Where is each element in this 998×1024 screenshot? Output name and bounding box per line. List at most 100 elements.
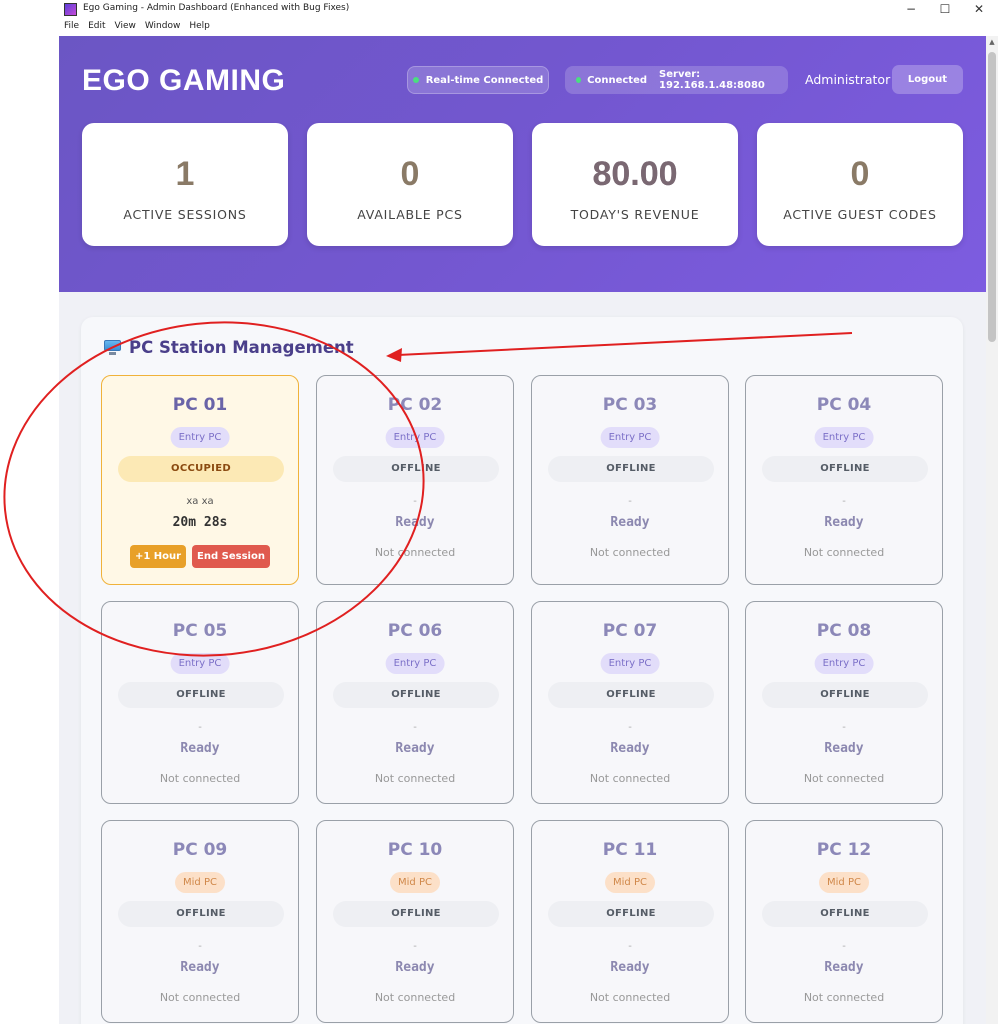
pc-card-05[interactable]: PC 05 Entry PC OFFLINE - Ready Not conne… bbox=[101, 601, 299, 804]
pc-card-04[interactable]: PC 04 Entry PC OFFLINE - Ready Not conne… bbox=[745, 375, 943, 585]
menu-window[interactable]: Window bbox=[145, 21, 181, 35]
pc-status-badge: OFFLINE bbox=[762, 682, 928, 708]
pc-card-07[interactable]: PC 07 Entry PC OFFLINE - Ready Not conne… bbox=[531, 601, 729, 804]
realtime-status-label: Real-time Connected bbox=[425, 74, 544, 86]
pc-status-badge: OFFLINE bbox=[118, 901, 284, 927]
status-dot-icon bbox=[412, 77, 419, 83]
pc-session-timer: Ready bbox=[395, 960, 435, 975]
pc-type-badge: Entry PC bbox=[385, 427, 445, 448]
status-dot-icon bbox=[576, 77, 582, 83]
pc-user: - bbox=[842, 722, 846, 733]
pc-user: - bbox=[842, 496, 846, 507]
pc-status-badge: OFFLINE bbox=[333, 901, 499, 927]
maximize-button[interactable]: ☐ bbox=[928, 0, 962, 20]
pc-connection-status: Not connected bbox=[803, 772, 885, 785]
pc-session-timer: Ready bbox=[824, 515, 864, 530]
pc-connection-status: Not connected bbox=[374, 991, 456, 1004]
end-session-button[interactable]: End Session bbox=[192, 545, 270, 568]
window-title: Ego Gaming - Admin Dashboard (Enhanced w… bbox=[83, 3, 350, 13]
scrollbar-thumb[interactable] bbox=[988, 52, 996, 342]
pc-session-timer: Ready bbox=[824, 960, 864, 975]
pc-type-badge: Entry PC bbox=[600, 427, 660, 448]
pc-card-10[interactable]: PC 10 Mid PC OFFLINE - Ready Not connect… bbox=[316, 820, 514, 1023]
pc-connection-status: Not connected bbox=[803, 546, 885, 559]
pc-connection-status: Not connected bbox=[589, 991, 671, 1004]
desktop-computer-icon bbox=[104, 340, 121, 355]
pc-connection-status: Not connected bbox=[589, 772, 671, 785]
pc-status-badge: OCCUPIED bbox=[118, 456, 284, 482]
pc-name: PC 06 bbox=[387, 621, 443, 641]
pc-card-11[interactable]: PC 11 Mid PC OFFLINE - Ready Not connect… bbox=[531, 820, 729, 1023]
app-icon bbox=[64, 3, 77, 16]
stat-card-active-sessions: 1 ACTIVE SESSIONS bbox=[82, 123, 288, 246]
pc-name: PC 03 bbox=[602, 395, 658, 415]
pc-connection-status: Not connected bbox=[159, 772, 241, 785]
stat-value: 0 bbox=[400, 155, 420, 193]
dashboard-viewport: EGO GAMING Real-time Connected Connected… bbox=[59, 36, 986, 1024]
pc-name: PC 08 bbox=[816, 621, 872, 641]
menu-view[interactable]: View bbox=[115, 21, 136, 35]
pc-session-timer: Ready bbox=[180, 960, 220, 975]
minimize-button[interactable]: − bbox=[894, 0, 928, 20]
pc-status-badge: OFFLINE bbox=[118, 682, 284, 708]
pc-user: - bbox=[413, 941, 417, 952]
pc-user: - bbox=[413, 496, 417, 507]
pc-status-badge: OFFLINE bbox=[548, 901, 714, 927]
pc-card-09[interactable]: PC 09 Mid PC OFFLINE - Ready Not connect… bbox=[101, 820, 299, 1023]
pc-user: - bbox=[198, 941, 202, 952]
pc-session-timer: Ready bbox=[610, 515, 650, 530]
pc-card-08[interactable]: PC 08 Entry PC OFFLINE - Ready Not conne… bbox=[745, 601, 943, 804]
stat-value: 1 bbox=[175, 155, 195, 193]
pc-type-badge: Entry PC bbox=[814, 427, 874, 448]
pc-status-badge: OFFLINE bbox=[333, 456, 499, 482]
pc-session-timer: Ready bbox=[610, 960, 650, 975]
pc-session-timer: Ready bbox=[610, 741, 650, 756]
menu-help[interactable]: Help bbox=[189, 21, 210, 35]
pc-user: - bbox=[628, 941, 632, 952]
pc-status-badge: OFFLINE bbox=[548, 682, 714, 708]
connection-status-label: Connected bbox=[587, 74, 648, 86]
pc-card-01[interactable]: PC 01 Entry PC OCCUPIED xa xa 20m 28s +1… bbox=[101, 375, 299, 585]
pc-name: PC 09 bbox=[172, 840, 228, 860]
logout-button[interactable]: Logout bbox=[892, 65, 963, 94]
realtime-status-badge: Real-time Connected bbox=[407, 66, 549, 94]
pc-connection-status: Not connected bbox=[803, 991, 885, 1004]
pc-type-badge: Mid PC bbox=[175, 872, 225, 893]
server-connection-badge: Connected Server: 192.168.1.48:8080 bbox=[565, 66, 788, 94]
pc-card-12[interactable]: PC 12 Mid PC OFFLINE - Ready Not connect… bbox=[745, 820, 943, 1023]
scroll-up-arrow-icon[interactable]: ▲ bbox=[986, 38, 998, 48]
pc-type-badge: Entry PC bbox=[170, 427, 230, 448]
add-hour-button[interactable]: +1 Hour bbox=[130, 545, 186, 568]
pc-user: - bbox=[628, 722, 632, 733]
pc-user: - bbox=[628, 496, 632, 507]
pc-type-badge: Entry PC bbox=[385, 653, 445, 674]
pc-card-06[interactable]: PC 06 Entry PC OFFLINE - Ready Not conne… bbox=[316, 601, 514, 804]
pc-card-02[interactable]: PC 02 Entry PC OFFLINE - Ready Not conne… bbox=[316, 375, 514, 585]
section-title: PC Station Management bbox=[104, 338, 354, 357]
menu-file[interactable]: File bbox=[64, 21, 79, 35]
stat-card-todays-revenue: 80.00 TODAY'S REVENUE bbox=[532, 123, 738, 246]
pc-name: PC 11 bbox=[602, 840, 658, 860]
pc-name: PC 07 bbox=[602, 621, 658, 641]
pc-user: xa xa bbox=[186, 496, 214, 507]
pc-user: - bbox=[198, 722, 202, 733]
pc-type-badge: Mid PC bbox=[390, 872, 440, 893]
pc-type-badge: Entry PC bbox=[600, 653, 660, 674]
close-button[interactable]: ✕ bbox=[962, 0, 996, 20]
section-title-text: PC Station Management bbox=[129, 338, 354, 357]
pc-card-03[interactable]: PC 03 Entry PC OFFLINE - Ready Not conne… bbox=[531, 375, 729, 585]
pc-type-badge: Entry PC bbox=[814, 653, 874, 674]
pc-name: PC 10 bbox=[387, 840, 443, 860]
pc-connection-status: Not connected bbox=[374, 772, 456, 785]
pc-type-badge: Mid PC bbox=[605, 872, 655, 893]
user-name: Administrator bbox=[805, 72, 891, 87]
pc-user: - bbox=[413, 722, 417, 733]
menu-edit[interactable]: Edit bbox=[88, 21, 105, 35]
pc-session-timer: Ready bbox=[180, 741, 220, 756]
pc-name: PC 12 bbox=[816, 840, 872, 860]
server-address-label: Server: 192.168.1.48:8080 bbox=[659, 69, 765, 91]
pc-connection-status: Not connected bbox=[159, 991, 241, 1004]
pc-session-timer: 20m 28s bbox=[172, 515, 228, 530]
pc-name: PC 04 bbox=[816, 395, 872, 415]
pc-status-badge: OFFLINE bbox=[333, 682, 499, 708]
